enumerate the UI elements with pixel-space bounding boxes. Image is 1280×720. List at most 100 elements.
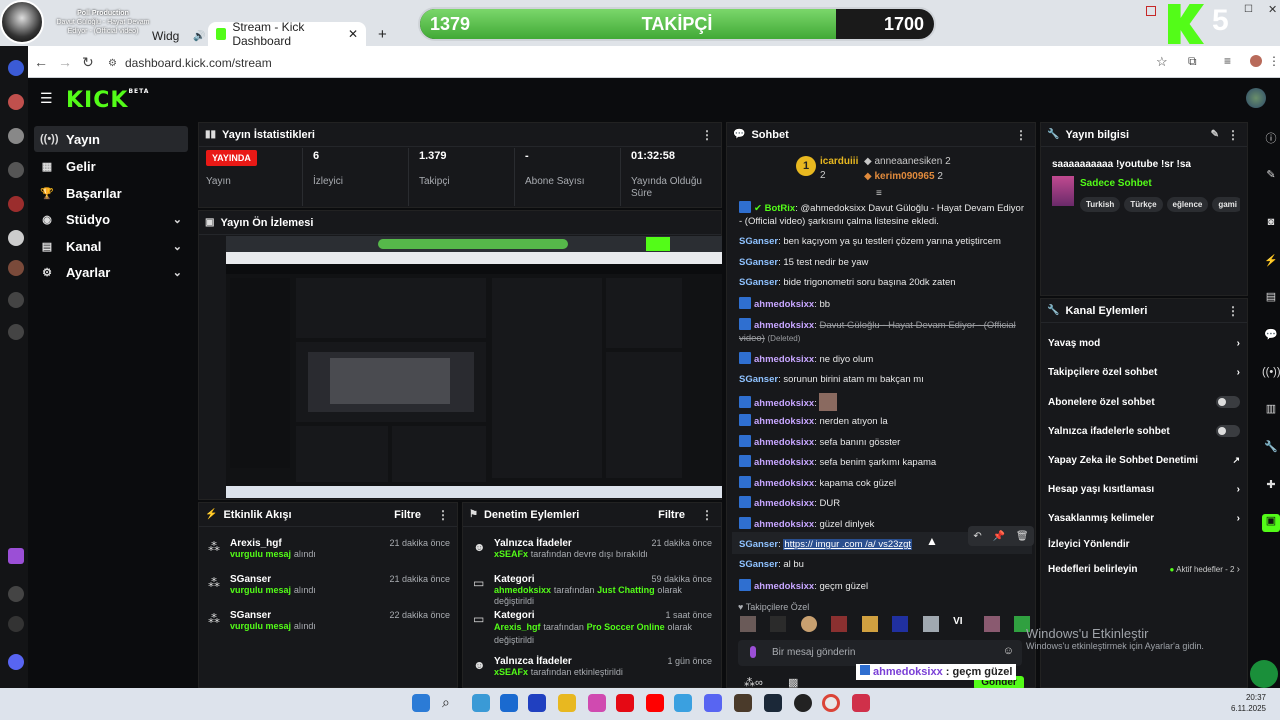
tab-close-icon[interactable]: ✕	[348, 27, 358, 41]
chat-message[interactable]: SGanser: al bu	[739, 558, 1027, 571]
chat-message[interactable]: SGanser: sorunun birini atam mı bakçan m…	[739, 373, 1027, 386]
chat-link[interactable]: https:// imgur .com /a/ vs23zgt	[783, 539, 913, 550]
chat-input-field[interactable]: Bir mesaj gönderin ☺	[738, 640, 1022, 666]
app-icon[interactable]	[528, 694, 546, 712]
app-icon[interactable]	[8, 292, 24, 308]
tag[interactable]: Türkçe	[1124, 197, 1163, 212]
action-host[interactable]: İzleyici Yönlendir	[1048, 539, 1240, 550]
tag[interactable]: Turkish	[1080, 197, 1121, 212]
hamburger-menu-icon[interactable]: ☰	[40, 90, 53, 107]
chat-message[interactable]: SGanser: bide trigonometri soru başına 2…	[739, 276, 1027, 289]
app-icon[interactable]	[8, 324, 24, 340]
subscribers-only-toggle[interactable]	[1216, 396, 1240, 408]
info-icon[interactable]: ⓘ	[1262, 130, 1280, 148]
chat-username[interactable]: SGanser	[739, 277, 778, 288]
chat-username[interactable]: ahmedoksixx	[754, 498, 814, 509]
chat-username[interactable]: SGanser	[739, 539, 778, 550]
taskbar-clock[interactable]: 20:37 6.11.2025	[1231, 692, 1266, 714]
emote[interactable]	[831, 616, 848, 632]
chat-message[interactable]: ahmedoksixx: sefa benim şarkımı kapama	[739, 455, 1027, 469]
sort-icon[interactable]: ≡	[876, 188, 882, 199]
action-followers-only[interactable]: Takipçilere özel sohbet ›	[1048, 367, 1240, 378]
chat-username[interactable]: ahmedoksixx	[754, 299, 814, 310]
url-field[interactable]: ⚙ dashboard.kick.com/stream	[108, 53, 272, 73]
chat-username[interactable]: ahmedoksixx	[754, 398, 814, 409]
emotes-only-toggle[interactable]	[1216, 425, 1240, 437]
site-info-icon[interactable]: ⚙	[108, 58, 117, 69]
profile-avatar[interactable]	[1250, 55, 1262, 67]
filter-button[interactable]: Filtre	[658, 509, 685, 521]
document-icon[interactable]: ▤	[1262, 290, 1280, 308]
wrench-icon[interactable]: 🔧	[1262, 440, 1280, 458]
chat-username[interactable]: SGanser	[739, 559, 778, 570]
obs-icon[interactable]	[794, 694, 812, 712]
app-icon[interactable]	[8, 94, 24, 110]
pen-icon[interactable]: ✎	[1262, 168, 1280, 186]
app-icon[interactable]	[8, 60, 24, 76]
new-tab-button[interactable]: +	[370, 22, 390, 46]
chat-username[interactable]: ahmedoksixx	[754, 416, 814, 427]
emote[interactable]	[983, 616, 1000, 632]
app-icon[interactable]	[8, 230, 24, 246]
app-icon[interactable]	[8, 260, 24, 276]
wifi-icon[interactable]	[8, 586, 24, 602]
user-avatar[interactable]	[1246, 88, 1266, 108]
action-ai-moderation[interactable]: Yapay Zeka ile Sohbet Denetimi ↗	[1048, 455, 1240, 466]
chat-message[interactable]: ✔ BotRix: @ahmedoksixx Davut Güloğlu - H…	[739, 201, 1027, 228]
chat-username[interactable]: ahmedoksixx	[754, 478, 814, 489]
server-icon[interactable]: ▥	[1262, 402, 1280, 420]
edit-icon[interactable]: ✎	[1211, 129, 1219, 140]
chat-bubble-icon[interactable]: 💬	[1262, 328, 1280, 346]
more-options-icon[interactable]: ⋮	[701, 508, 713, 522]
broadcast-icon[interactable]: ((•))	[1262, 366, 1280, 384]
edge-icon[interactable]	[472, 694, 490, 712]
browser-tab-kick[interactable]: Stream - Kick Dashboard ✕	[208, 20, 366, 48]
action-goals[interactable]: Hedefleri belirleyin ● Aktif hedefler - 2…	[1048, 564, 1240, 575]
reply-icon[interactable]: ↶	[973, 531, 981, 542]
app-icon[interactable]	[8, 162, 24, 178]
copilot-icon[interactable]	[588, 694, 606, 712]
chat-message[interactable]: ahmedoksixx: sefa banını gösster	[739, 435, 1027, 449]
emote[interactable]	[922, 616, 939, 632]
action-banned-words[interactable]: Yasaklanmış kelimeler ›	[1048, 513, 1240, 524]
reload-icon[interactable]: ↻	[82, 54, 94, 71]
outlook-icon[interactable]	[500, 694, 518, 712]
emote[interactable]	[800, 616, 817, 632]
more-options-icon[interactable]: ⋮	[1015, 128, 1027, 142]
emoji-picker-icon[interactable]: ☺	[1003, 645, 1014, 657]
tag[interactable]: eğlence	[1166, 197, 1209, 212]
camera-icon[interactable]: ◙	[1262, 216, 1280, 234]
chat-message[interactable]: ahmedoksixx: kapama cok güzel	[739, 476, 1027, 490]
tag[interactable]: gami	[1212, 197, 1240, 212]
chat-message[interactable]: SGanser: ben kaçıyom ya şu testleri çöze…	[739, 235, 1027, 248]
stream-preview-video[interactable]	[226, 236, 722, 498]
sidebar-item-studyo[interactable]: ◉ Stüdyo ⌄	[34, 206, 188, 232]
forward-icon[interactable]: →	[58, 54, 72, 70]
more-options-icon[interactable]: ⋮	[1227, 128, 1239, 142]
chat-message[interactable]: SGanser: 15 test nedir be yaw	[739, 256, 1027, 269]
chat-username[interactable]: SGanser	[739, 374, 778, 385]
sidebar-item-yayin[interactable]: ((•)) Yayın	[34, 126, 188, 152]
sidebar-item-ayarlar[interactable]: ⚙ Ayarlar ⌄	[34, 259, 188, 285]
action-slow-mode[interactable]: Yavaş mod ›	[1048, 338, 1240, 349]
app-icon[interactable]	[8, 196, 24, 212]
chat-username[interactable]: ahmedoksixx	[754, 437, 814, 448]
chat-username[interactable]: ahmedoksixx	[754, 320, 814, 331]
emote[interactable]: VI	[953, 616, 969, 632]
chat-message[interactable]: ahmedoksixx: ne diyo olum	[739, 352, 1027, 366]
stream-category[interactable]: Sadece Sohbet	[1080, 178, 1152, 189]
chat-message[interactable]: ahmedoksixx: bb	[739, 297, 1027, 311]
back-icon[interactable]: ←	[34, 54, 48, 70]
bookmark-star-icon[interactable]: ☆	[1156, 54, 1168, 70]
emote[interactable]	[770, 616, 787, 632]
emote[interactable]	[892, 616, 909, 632]
filter-button[interactable]: Filtre	[394, 509, 421, 521]
window-close-icon[interactable]: ✕	[1268, 3, 1277, 16]
reading-list-icon[interactable]: ≡	[1224, 54, 1231, 68]
steam-icon[interactable]	[764, 694, 782, 712]
pin-icon[interactable]: 📌	[993, 531, 1005, 542]
emote[interactable]	[740, 616, 756, 632]
sidebar-item-basarilar[interactable]: 🏆 Başarılar	[34, 180, 188, 206]
app-icon[interactable]	[852, 694, 870, 712]
chat-username[interactable]: ahmedoksixx	[754, 519, 814, 530]
